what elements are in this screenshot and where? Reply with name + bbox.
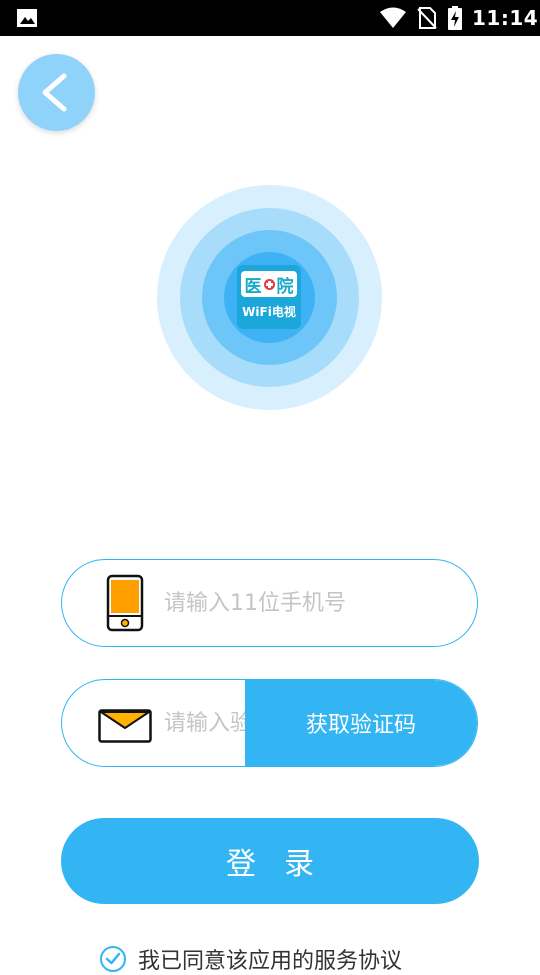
agreement-text: 我已同意该应用的服务协议 bbox=[138, 949, 403, 974]
battery-charging-icon bbox=[448, 6, 462, 30]
gallery-icon bbox=[17, 9, 37, 27]
status-bar: 11:14 bbox=[0, 0, 540, 36]
medical-cross-icon bbox=[263, 278, 275, 290]
hospital-tv-logo-icon: 医 院 WiFi电视 bbox=[237, 265, 301, 329]
logo-text-right: 院 bbox=[276, 276, 294, 297]
logo-bottom-text: WiFi电视 bbox=[242, 305, 296, 319]
agreement-row[interactable]: 我已同意该应用的服务协议 bbox=[100, 944, 402, 974]
code-field[interactable]: 获取验证码 bbox=[61, 679, 478, 767]
phone-input[interactable] bbox=[162, 560, 466, 646]
login-button[interactable]: 登录 bbox=[61, 818, 479, 904]
status-time: 11:14 bbox=[472, 6, 539, 30]
checkmark-icon[interactable] bbox=[100, 946, 126, 972]
app-logo: 医 院 WiFi电视 bbox=[157, 185, 382, 410]
wifi-icon bbox=[380, 7, 406, 28]
chevron-left-icon bbox=[42, 73, 67, 112]
phone-field[interactable] bbox=[61, 559, 478, 647]
envelope-icon bbox=[98, 709, 152, 743]
logo-top-text: 医 院 bbox=[241, 271, 297, 297]
no-sim-icon bbox=[417, 7, 437, 29]
logo-text-left: 医 bbox=[244, 276, 262, 297]
back-button[interactable] bbox=[18, 54, 95, 131]
get-code-button[interactable]: 获取验证码 bbox=[245, 680, 477, 766]
phone-icon bbox=[106, 574, 144, 632]
check-icon bbox=[105, 952, 121, 965]
